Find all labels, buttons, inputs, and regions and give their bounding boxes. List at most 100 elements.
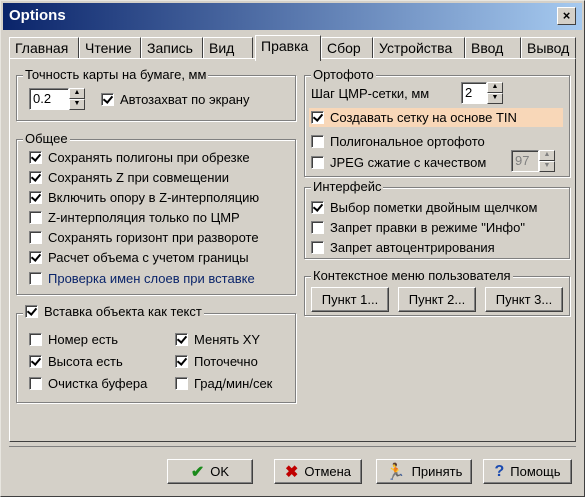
- general-option-4[interactable]: Сохранять горизонт при развороте: [29, 230, 259, 245]
- tab-output[interactable]: Вывод: [521, 37, 576, 59]
- tab-strip: Главная Чтение Запись Вид Правка Сбор Ус…: [9, 35, 576, 61]
- interface-option-2[interactable]: Запрет автоцентрирования: [311, 240, 495, 255]
- checkbox-checked-icon[interactable]: [311, 201, 324, 214]
- checkbox-empty-icon[interactable]: [29, 377, 42, 390]
- checkbox-empty-icon[interactable]: [175, 377, 188, 390]
- checkbox-empty-icon[interactable]: [29, 231, 42, 244]
- menu-item-3-button[interactable]: Пункт 3...: [485, 287, 563, 312]
- checkbox-empty-icon[interactable]: [311, 241, 324, 254]
- general-option-6[interactable]: Проверка имен слоев при вставке: [29, 271, 255, 286]
- tab-edit[interactable]: Правка: [255, 35, 321, 61]
- tab-main[interactable]: Главная: [9, 37, 79, 59]
- general-option-0[interactable]: Сохранять полигоны при обрезке: [29, 150, 250, 165]
- interface-option-1[interactable]: Запрет правки в режиме "Инфо": [311, 220, 525, 235]
- checkbox-empty-icon[interactable]: [311, 156, 324, 169]
- insert-option-label: Град/мин/сек: [194, 376, 273, 391]
- jpeg-checkbox[interactable]: JPEG сжатие с качеством: [311, 155, 486, 170]
- checkbox-empty-icon[interactable]: [29, 333, 42, 346]
- cancel-button[interactable]: ✖ Отмена: [274, 459, 362, 484]
- help-label: Помощь: [510, 464, 561, 479]
- accuracy-field[interactable]: 0.2: [29, 88, 69, 110]
- close-button[interactable]: ×: [557, 7, 576, 25]
- tab-input[interactable]: Ввод: [465, 37, 521, 59]
- spin-up-icon[interactable]: ▲: [487, 82, 503, 93]
- interface-option-label: Запрет автоцентрирования: [330, 240, 495, 255]
- dem-step-spinner[interactable]: 2 ▲ ▼: [461, 82, 503, 104]
- insert-option-number[interactable]: Номер есть: [29, 332, 118, 347]
- spin-up-icon[interactable]: ▲: [69, 88, 85, 99]
- tin-checkbox[interactable]: Создавать сетку на основе TIN: [309, 108, 563, 127]
- checkbox-checked-icon[interactable]: [175, 355, 188, 368]
- tab-panel: Точность карты на бумаге, мм 0.2 ▲ ▼ Авт…: [9, 58, 576, 442]
- spin-down-icon[interactable]: ▼: [487, 93, 503, 104]
- tab-view[interactable]: Вид: [203, 37, 253, 59]
- checkbox-checked-icon[interactable]: [311, 111, 324, 124]
- general-option-1[interactable]: Сохранять Z при совмещении: [29, 170, 229, 185]
- autosnap-checkbox[interactable]: Автозахват по экрану: [101, 92, 250, 107]
- accuracy-spinner[interactable]: 0.2 ▲ ▼: [29, 88, 85, 110]
- general-option-label: Сохранять полигоны при обрезке: [48, 150, 250, 165]
- accuracy-title: Точность карты на бумаге, мм: [23, 67, 209, 82]
- autosnap-label: Автозахват по экрану: [120, 92, 250, 107]
- checkbox-checked-icon[interactable]: [29, 251, 42, 264]
- context-menu-group: Контекстное меню пользователя Пункт 1...…: [304, 268, 570, 316]
- spin-up-icon[interactable]: ▲: [539, 150, 555, 161]
- insert-title: Вставка объекта как текст: [44, 304, 202, 319]
- options-window: Options × Главная Чтение Запись Вид Прав…: [0, 0, 585, 497]
- checkbox-checked-icon[interactable]: [25, 305, 38, 318]
- help-button[interactable]: ? Помощь: [483, 459, 572, 484]
- general-title: Общее: [23, 131, 70, 146]
- insert-option-pointwise[interactable]: Поточечно: [175, 354, 258, 369]
- checkbox-empty-icon[interactable]: [311, 221, 324, 234]
- context-menu-title: Контекстное меню пользователя: [311, 268, 513, 283]
- insert-option-dms[interactable]: Град/мин/сек: [175, 376, 272, 391]
- interface-title: Интерфейс: [311, 179, 384, 194]
- insert-option-clear-buffer[interactable]: Очистка буфера: [29, 376, 147, 391]
- jpeg-label: JPEG сжатие с качеством: [330, 155, 487, 170]
- menu-item-1-button[interactable]: Пункт 1...: [311, 287, 389, 312]
- general-option-label: Проверка имен слоев при вставке: [48, 271, 255, 286]
- spin-down-icon[interactable]: ▼: [539, 161, 555, 172]
- general-option-label: Сохранять Z при совмещении: [48, 170, 229, 185]
- general-option-2[interactable]: Включить опору в Z-интерполяцию: [29, 190, 259, 205]
- window-title: Options: [9, 7, 66, 24]
- tab-read[interactable]: Чтение: [79, 37, 141, 59]
- checkbox-checked-icon[interactable]: [29, 191, 42, 204]
- ok-label: OK: [210, 464, 230, 479]
- jpeg-quality-field[interactable]: 97: [511, 150, 539, 172]
- checkbox-empty-icon[interactable]: [29, 272, 42, 285]
- interface-option-label: Выбор пометки двойным щелчком: [330, 200, 538, 215]
- cancel-label: Отмена: [304, 464, 352, 479]
- tab-write[interactable]: Запись: [141, 37, 203, 59]
- polygonal-ortho-checkbox[interactable]: Полигональное ортофото: [311, 134, 485, 149]
- general-option-3[interactable]: Z-интерполяция только по ЦМР: [29, 210, 240, 225]
- running-man-icon: 🏃: [385, 463, 406, 481]
- insert-option-label: Менять XY: [194, 332, 261, 347]
- menu-item-2-button[interactable]: Пункт 2...: [398, 287, 476, 312]
- insert-option-swap-xy[interactable]: Менять XY: [175, 332, 260, 347]
- insert-title-checkbox[interactable]: Вставка объекта как текст: [23, 304, 204, 319]
- jpeg-quality-spinner[interactable]: 97 ▲ ▼: [511, 150, 555, 172]
- checkbox-empty-icon[interactable]: [29, 211, 42, 224]
- checkbox-empty-icon[interactable]: [311, 135, 324, 148]
- insert-option-height[interactable]: Высота есть: [29, 354, 123, 369]
- general-group: Общее Сохранять полигоны при обрезке Сох…: [16, 131, 296, 295]
- checkbox-checked-icon[interactable]: [29, 151, 42, 164]
- ok-button[interactable]: ✔ OK: [167, 459, 253, 484]
- checkbox-checked-icon[interactable]: [101, 93, 114, 106]
- checkbox-checked-icon[interactable]: [29, 171, 42, 184]
- spin-down-icon[interactable]: ▼: [69, 99, 85, 110]
- polygonal-ortho-label: Полигональное ортофото: [330, 134, 485, 149]
- apply-button[interactable]: 🏃 Принять: [376, 459, 472, 484]
- ortho-title: Ортофото: [311, 67, 376, 82]
- insert-option-label: Очистка буфера: [48, 376, 148, 391]
- interface-option-0[interactable]: Выбор пометки двойным щелчком: [311, 200, 537, 215]
- tab-devices[interactable]: Устройства: [373, 37, 465, 59]
- interface-group: Интерфейс Выбор пометки двойным щелчком …: [304, 179, 570, 259]
- tab-collect[interactable]: Сбор: [321, 37, 373, 59]
- checkbox-checked-icon[interactable]: [175, 333, 188, 346]
- dem-step-field[interactable]: 2: [461, 82, 487, 104]
- general-option-5[interactable]: Расчет объема с учетом границы: [29, 250, 249, 265]
- checkbox-checked-icon[interactable]: [29, 355, 42, 368]
- x-icon: ✖: [284, 463, 299, 481]
